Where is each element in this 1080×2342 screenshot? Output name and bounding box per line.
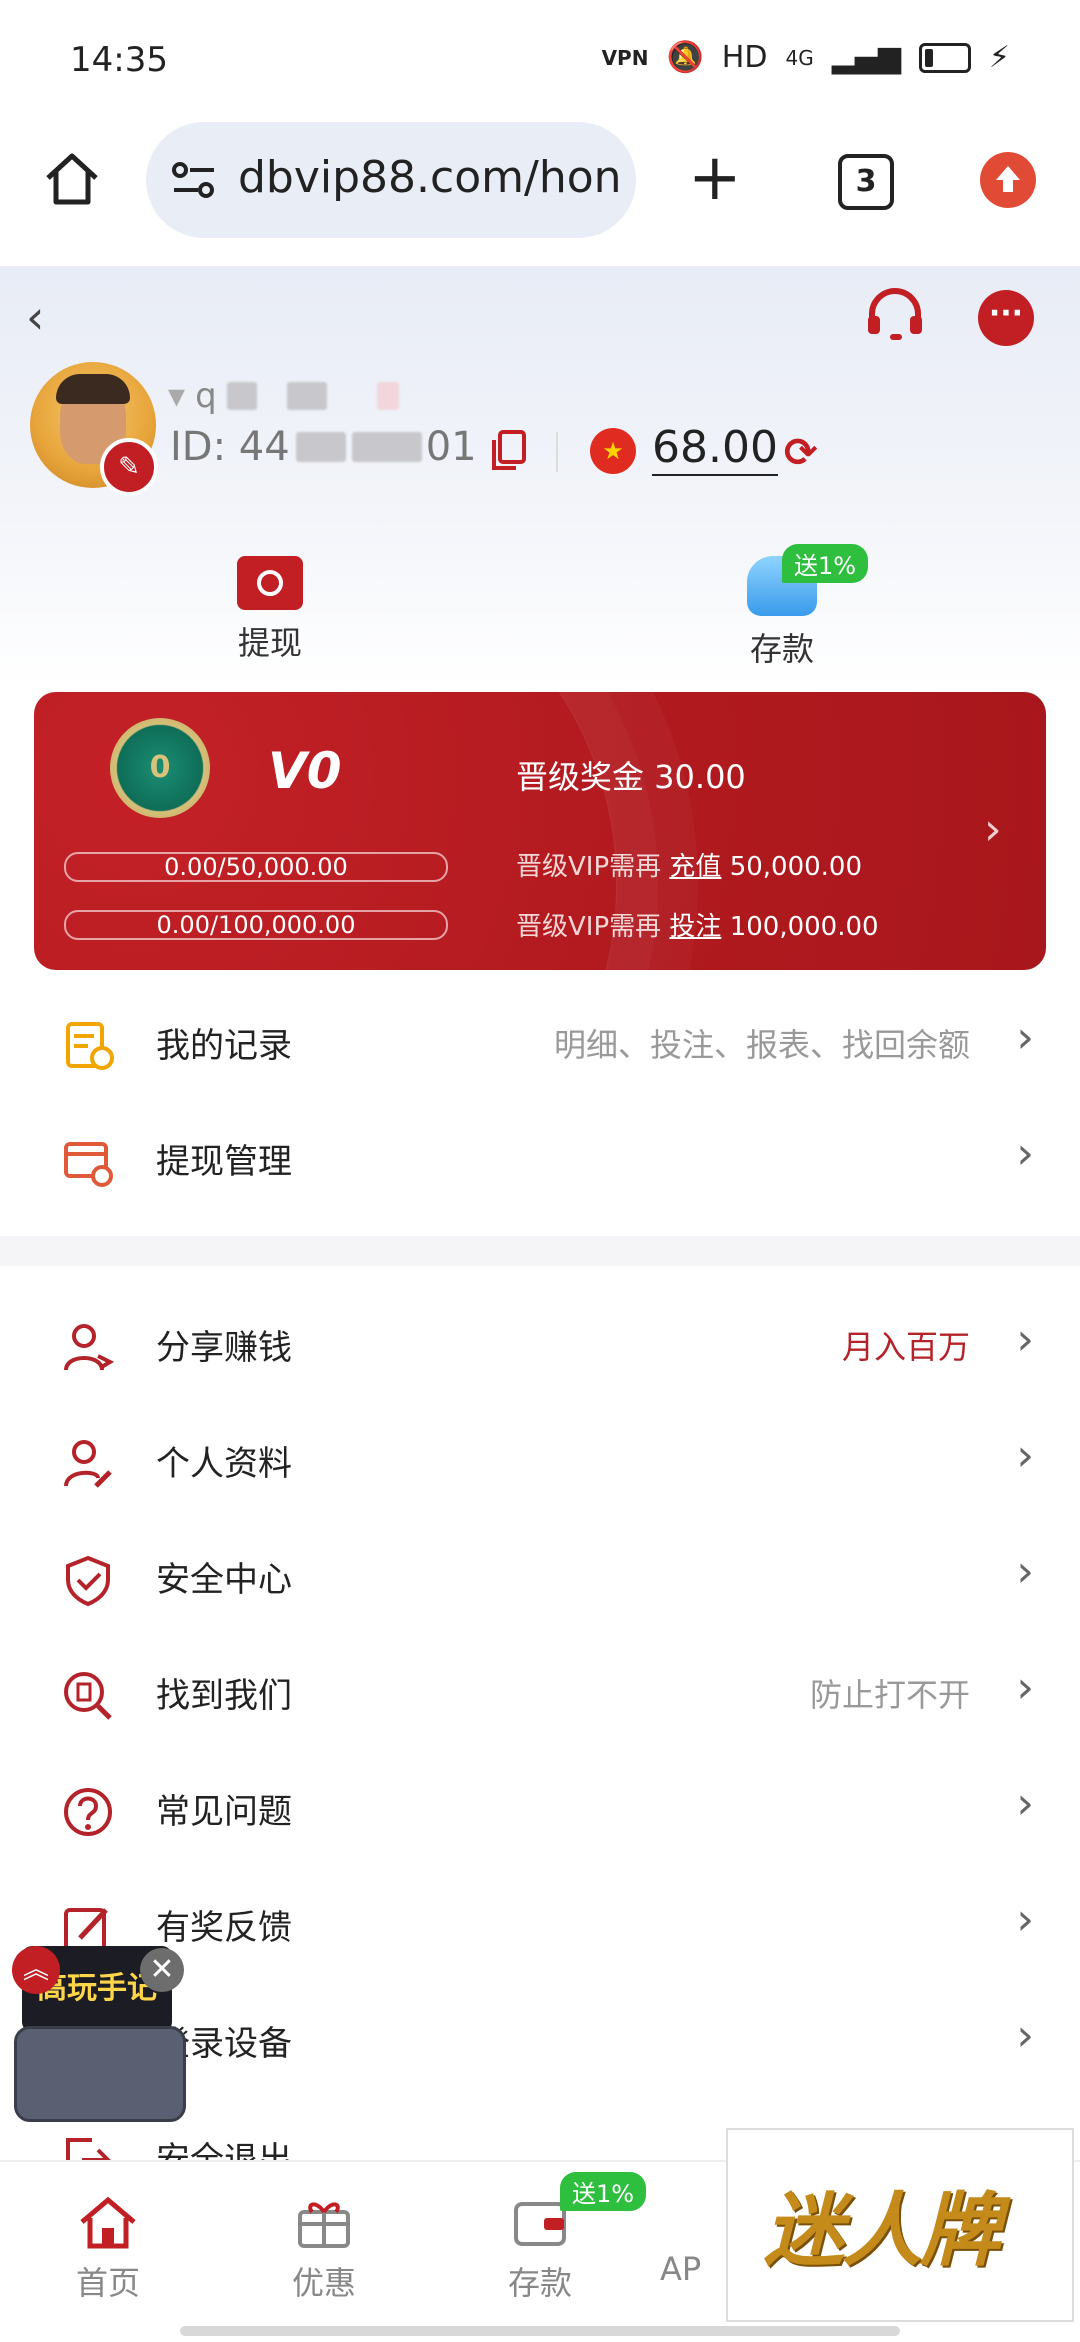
- withdraw-label: 提现: [237, 624, 302, 662]
- address-bar[interactable]: dbvip88.com/hon: [146, 122, 636, 238]
- menu-item-records[interactable]: 我的记录 明细、投注、报表、找回余额 ›: [0, 984, 1080, 1100]
- china-flag-icon: ★: [590, 428, 636, 474]
- chevron-right-icon: ›: [1016, 1430, 1034, 1481]
- menu-item-find-us[interactable]: 找到我们 防止打不开 ›: [0, 1634, 1080, 1750]
- section-divider: [0, 1236, 1080, 1266]
- status-time: 14:35: [70, 40, 168, 80]
- message-icon[interactable]: ···: [978, 290, 1034, 346]
- ad-banner[interactable]: 迷人牌: [726, 2128, 1074, 2322]
- records-icon: [66, 1022, 114, 1070]
- site-settings-icon[interactable]: [170, 160, 218, 200]
- balance-amount[interactable]: 68.00: [652, 422, 778, 476]
- new-tab-icon[interactable]: +: [688, 146, 742, 210]
- nav-home[interactable]: 首页: [38, 2194, 178, 2304]
- gift-icon: [298, 2202, 350, 2248]
- charging-icon: ⚡: [988, 40, 1010, 75]
- menu-item-share-earn[interactable]: 分享赚钱 月入百万 ›: [0, 1286, 1080, 1402]
- url-text[interactable]: dbvip88.com/hon: [238, 152, 618, 203]
- question-icon: [64, 1788, 112, 1836]
- magnifier-icon: [64, 1672, 112, 1720]
- deposit-label: 存款: [749, 630, 814, 668]
- menu-item-withdraw-management[interactable]: 提现管理 ›: [0, 1100, 1080, 1216]
- withdraw-icon: [237, 556, 303, 610]
- vip-bonus: 晋级奖金 30.00: [516, 758, 746, 796]
- caret-down-icon[interactable]: ▾: [168, 376, 185, 416]
- home-icon[interactable]: [42, 148, 102, 208]
- menu-item-security[interactable]: 安全中心 ›: [0, 1518, 1080, 1634]
- signal-bars-icon: ▂▄▆: [831, 40, 901, 75]
- mute-bell-icon: 🔕: [666, 40, 704, 75]
- withdraw-action[interactable]: 提现: [200, 556, 340, 664]
- chevron-right-icon: ›: [1016, 1894, 1034, 1945]
- status-icons: VPN 🔕 HD 4G ▂▄▆ ⚡: [602, 40, 1010, 75]
- battery-icon: [918, 42, 971, 73]
- chevron-right-icon: ›: [1016, 1314, 1034, 1365]
- update-icon[interactable]: [980, 152, 1036, 208]
- hd-icon: HD: [721, 40, 768, 75]
- username: ▾ q: [168, 376, 399, 416]
- chevron-right-icon: ›: [1016, 1012, 1034, 1063]
- signal-icon: 4G: [785, 45, 814, 70]
- vpn-icon: VPN: [601, 45, 649, 70]
- close-icon[interactable]: ✕: [140, 1948, 184, 1992]
- gamepad-icon: [14, 2026, 186, 2122]
- vip-medal-icon: 0: [110, 718, 210, 818]
- copy-icon[interactable]: [488, 428, 528, 472]
- deposit-link[interactable]: 充值: [669, 852, 721, 882]
- vip-bet-requirement: 晋级VIP需再 投注 100,000.00: [516, 912, 879, 942]
- menu-item-faq[interactable]: 常见问题 ›: [0, 1750, 1080, 1866]
- chevron-right-icon: ›: [1016, 1546, 1034, 1597]
- edit-avatar-icon[interactable]: ✎: [100, 438, 158, 496]
- vip-deposit-requirement: 晋级VIP需再 充值 50,000.00: [516, 852, 863, 882]
- logout-icon: [66, 2138, 111, 2160]
- chevron-right-icon[interactable]: ›: [984, 804, 1002, 855]
- shield-icon: [66, 1555, 110, 1606]
- deposit-bonus-badge: 送1%: [782, 544, 869, 583]
- chevron-right-icon: ›: [1016, 1778, 1034, 1829]
- chevron-right-icon: ›: [1016, 1662, 1034, 1713]
- bet-link[interactable]: 投注: [669, 912, 721, 942]
- chevron-right-icon: ›: [1016, 2010, 1034, 2061]
- deposit-nav-badge: 送1%: [560, 2172, 647, 2211]
- back-icon[interactable]: ‹: [26, 290, 44, 344]
- expand-up-icon[interactable]: ︽: [12, 1946, 60, 1994]
- floating-game-widget[interactable]: 高玩手记 ︽ ✕: [12, 1946, 186, 2122]
- status-bar: 14:35 VPN 🔕 HD 4G ▂▄▆ ⚡: [0, 0, 1080, 120]
- vip-level: V0: [268, 742, 342, 800]
- deposit-progress-bar: 0.00/50,000.00: [64, 852, 448, 882]
- chevron-right-icon: ›: [1016, 1128, 1034, 1179]
- nav-app[interactable]: AP: [660, 2246, 720, 2288]
- nav-promotions[interactable]: 优惠: [254, 2194, 394, 2304]
- menu-item-profile[interactable]: 个人资料 ›: [0, 1402, 1080, 1518]
- tab-switcher-button[interactable]: 3: [838, 154, 894, 210]
- customer-service-icon[interactable]: [864, 288, 926, 344]
- refresh-balance-icon[interactable]: ⟳: [784, 430, 818, 476]
- divider: [556, 432, 558, 472]
- share-user-icon: [64, 1324, 114, 1371]
- ad-logo-text: 迷人牌: [764, 2184, 1000, 2277]
- user-edit-icon: [64, 1440, 112, 1488]
- withdraw-manage-icon: [64, 1142, 113, 1187]
- user-id: ID: 44 01: [170, 424, 477, 470]
- bet-progress-bar: 0.00/100,000.00: [64, 910, 448, 940]
- gesture-bar: [180, 2326, 900, 2336]
- home-icon: [80, 2196, 136, 2249]
